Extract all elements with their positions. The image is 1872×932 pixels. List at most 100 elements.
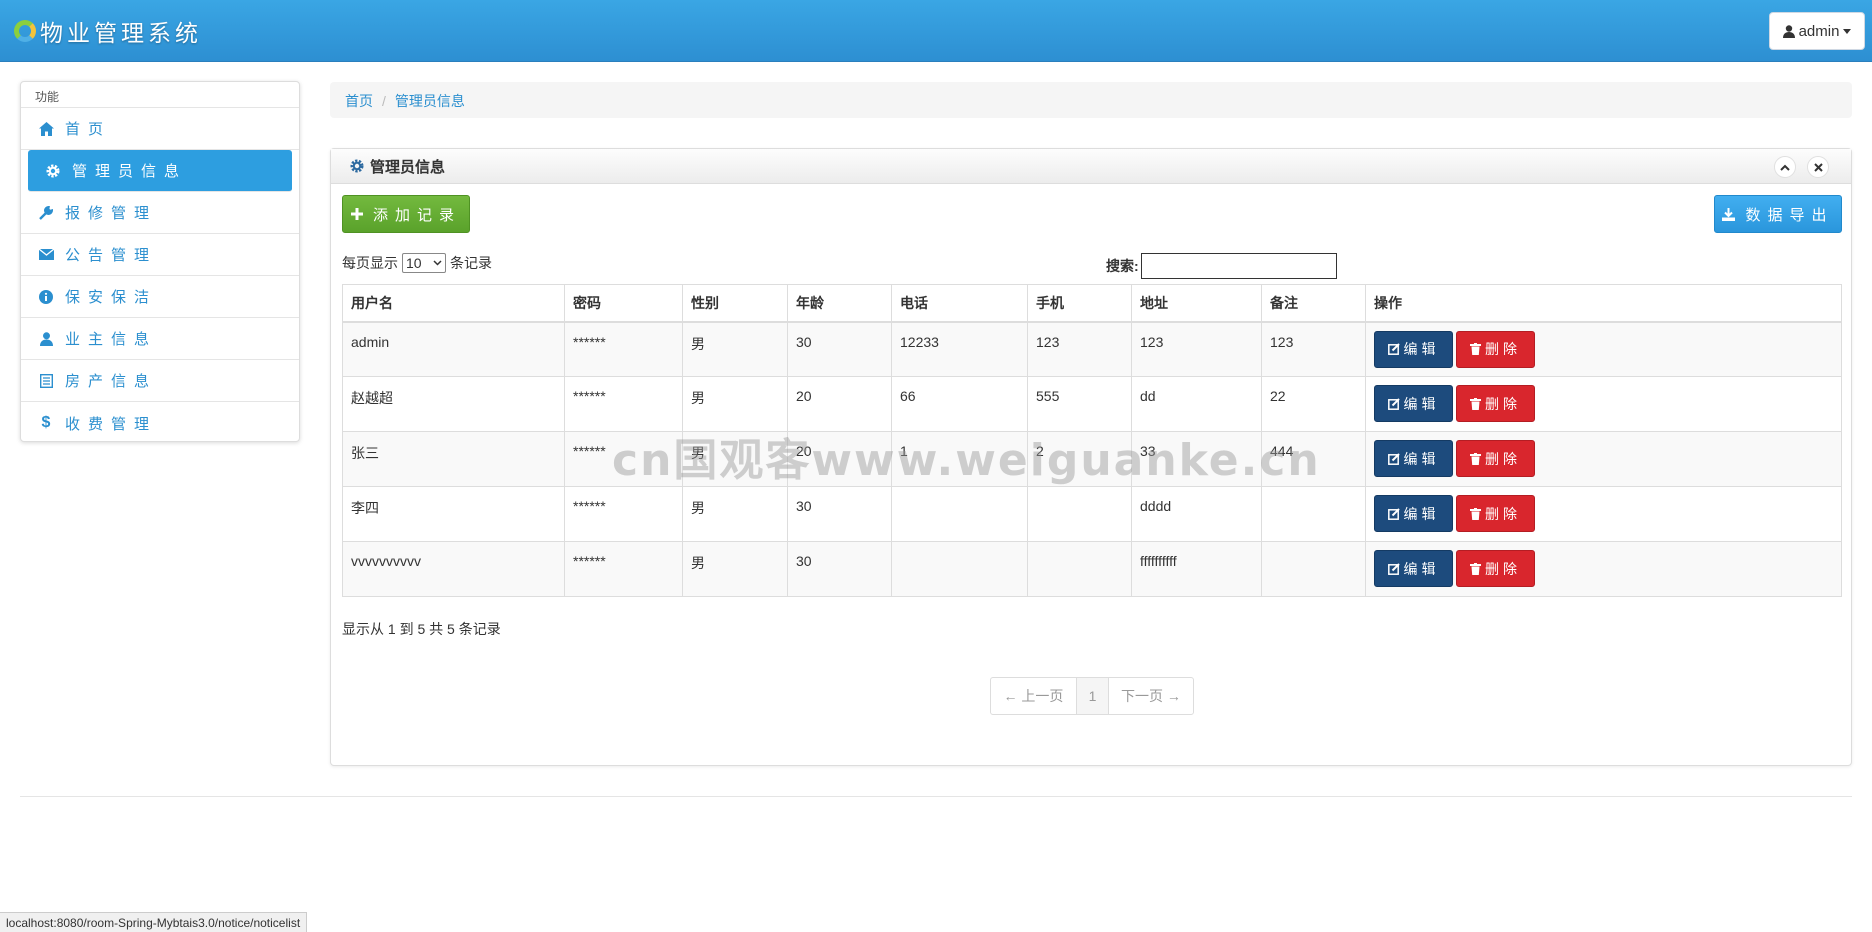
column-header-age[interactable]: 年龄 xyxy=(787,284,892,323)
pagination: ← 上一页 1 下一页 → xyxy=(990,677,1194,715)
browser-status-bar: localhost:8080/room-Spring-Mybtais3.0/no… xyxy=(0,912,308,932)
app-title: 物业管理系统 xyxy=(40,21,202,47)
cell-address: dd xyxy=(1131,376,1262,432)
close-panel-button[interactable] xyxy=(1807,156,1829,178)
column-header-mobile[interactable]: 手机 xyxy=(1027,284,1132,323)
cell-password: ****** xyxy=(564,321,683,377)
sidebar-item-property[interactable]: 房产信息 xyxy=(21,360,299,402)
column-header-address[interactable]: 地址 xyxy=(1131,284,1262,323)
cell-username: 张三 xyxy=(342,431,565,487)
panel-title: 管理员信息 xyxy=(370,158,446,176)
panel-header: 管理员信息 xyxy=(331,149,1851,184)
cell-mobile: 555 xyxy=(1027,376,1132,432)
cell-address: dddd xyxy=(1131,486,1262,542)
next-page-button[interactable]: 下一页 → xyxy=(1109,678,1193,714)
column-header-gender[interactable]: 性别 xyxy=(682,284,788,323)
footer-divider xyxy=(20,796,1852,797)
envelope-icon xyxy=(37,246,55,264)
column-header-username[interactable]: 用户名 xyxy=(342,284,565,323)
brand[interactable]: 物业管理系统 xyxy=(14,14,202,48)
delete-button[interactable]: 删除 xyxy=(1456,330,1535,368)
edit-icon xyxy=(1387,343,1400,355)
cell-gender: 男 xyxy=(682,376,788,432)
sidebar-item-fees[interactable]: $ 收费管理 xyxy=(21,402,299,444)
user-menu-button[interactable]: admin xyxy=(1769,12,1865,50)
current-page-button[interactable]: 1 xyxy=(1077,678,1109,714)
cell-gender: 男 xyxy=(682,541,788,597)
breadcrumb-current-link[interactable]: 管理员信息 xyxy=(395,93,465,109)
cell-gender: 男 xyxy=(682,486,788,542)
export-data-button[interactable]: 数据导出 xyxy=(1714,195,1842,233)
breadcrumb-separator: / xyxy=(382,93,386,109)
export-data-label: 数据导出 xyxy=(1745,206,1834,224)
page-length-suffix: 条记录 xyxy=(450,255,492,271)
trash-icon xyxy=(1470,562,1481,575)
cell-mobile: 123 xyxy=(1027,321,1132,377)
sidebar-item-home[interactable]: 首页 xyxy=(21,108,299,150)
cell-actions: 编辑 删除 xyxy=(1365,376,1842,432)
column-header-phone[interactable]: 电话 xyxy=(891,284,1028,323)
cell-mobile: 2 xyxy=(1027,431,1132,487)
cell-remark xyxy=(1261,486,1366,542)
edit-label: 编辑 xyxy=(1403,505,1440,522)
sidebar-item-label: 首页 xyxy=(65,121,112,138)
caret-down-icon xyxy=(1843,28,1852,34)
search-input[interactable] xyxy=(1140,253,1337,279)
delete-button[interactable]: 删除 xyxy=(1456,550,1535,587)
collapse-panel-button[interactable] xyxy=(1774,156,1796,178)
sidebar-item-label: 管理员信息 xyxy=(72,163,188,180)
edit-button[interactable]: 编辑 xyxy=(1374,495,1453,532)
edit-icon xyxy=(1387,397,1400,410)
cell-age: 20 xyxy=(787,431,892,487)
sidebar-item-owners[interactable]: 业主信息 xyxy=(21,318,299,360)
delete-button[interactable]: 删除 xyxy=(1456,440,1535,477)
edit-label: 编辑 xyxy=(1403,450,1440,467)
search-control: 搜索: xyxy=(1106,253,1337,279)
delete-button[interactable]: 删除 xyxy=(1456,385,1535,422)
chevron-down-icon xyxy=(433,260,442,266)
plus-icon xyxy=(350,208,363,220)
add-record-button[interactable]: 添加记录 xyxy=(342,195,470,233)
cell-username: 赵越超 xyxy=(342,376,565,432)
page-length-select[interactable]: 10 xyxy=(402,253,446,273)
page-length-prefix: 每页显示 xyxy=(342,255,398,271)
prev-page-button[interactable]: ← 上一页 xyxy=(991,678,1077,714)
edit-button[interactable]: 编辑 xyxy=(1374,550,1453,587)
logo-icon xyxy=(14,20,36,42)
cell-actions: 编辑 删除 xyxy=(1365,486,1842,542)
admin-info-panel: 管理员信息 添加记录 数据导出 每页显示 10 条记录 搜索: 用户名 密码 性… xyxy=(330,148,1852,766)
breadcrumb-home-link[interactable]: 首页 xyxy=(345,93,373,109)
cell-username: 李四 xyxy=(342,486,565,542)
download-icon xyxy=(1722,207,1736,221)
edit-label: 编辑 xyxy=(1403,395,1440,412)
edit-button[interactable]: 编辑 xyxy=(1374,330,1453,368)
sidebar-item-admin-info[interactable]: 管理员信息 xyxy=(28,150,292,192)
trash-icon xyxy=(1470,507,1481,520)
column-header-actions: 操作 xyxy=(1365,284,1842,323)
edit-button[interactable]: 编辑 xyxy=(1374,440,1453,477)
cell-remark: 444 xyxy=(1261,431,1366,487)
sidebar-item-label: 房产信息 xyxy=(65,373,158,390)
cell-gender: 男 xyxy=(682,321,788,377)
column-header-password[interactable]: 密码 xyxy=(564,284,683,323)
column-header-remark[interactable]: 备注 xyxy=(1261,284,1366,323)
gear-icon xyxy=(44,162,62,180)
sidebar-item-label: 报修管理 xyxy=(65,205,158,222)
sidebar-item-security[interactable]: 保安保洁 xyxy=(21,276,299,318)
sidebar-item-notice[interactable]: 公告管理 xyxy=(21,234,299,276)
cell-actions: 编辑 删除 xyxy=(1365,541,1842,597)
user-menu-label: admin xyxy=(1798,22,1840,40)
delete-label: 删除 xyxy=(1485,505,1521,522)
cell-phone xyxy=(891,541,1028,597)
sidebar-item-repair[interactable]: 报修管理 xyxy=(21,192,299,234)
chevron-up-icon xyxy=(1780,164,1790,171)
cell-username: admin xyxy=(342,321,565,377)
page-length-control: 每页显示 10 条记录 xyxy=(342,253,492,273)
edit-button[interactable]: 编辑 xyxy=(1374,385,1453,422)
cell-remark xyxy=(1261,541,1366,597)
table-row: 张三 ****** 男 20 1 2 33 444 编辑 删除 xyxy=(342,431,1842,487)
table-row: 李四 ****** 男 30 dddd 编辑 删除 xyxy=(342,486,1842,542)
delete-button[interactable]: 删除 xyxy=(1456,495,1535,532)
page-length-value: 10 xyxy=(406,255,422,271)
table-row: admin ****** 男 30 12233 123 123 123 编辑 删除 xyxy=(342,321,1842,377)
